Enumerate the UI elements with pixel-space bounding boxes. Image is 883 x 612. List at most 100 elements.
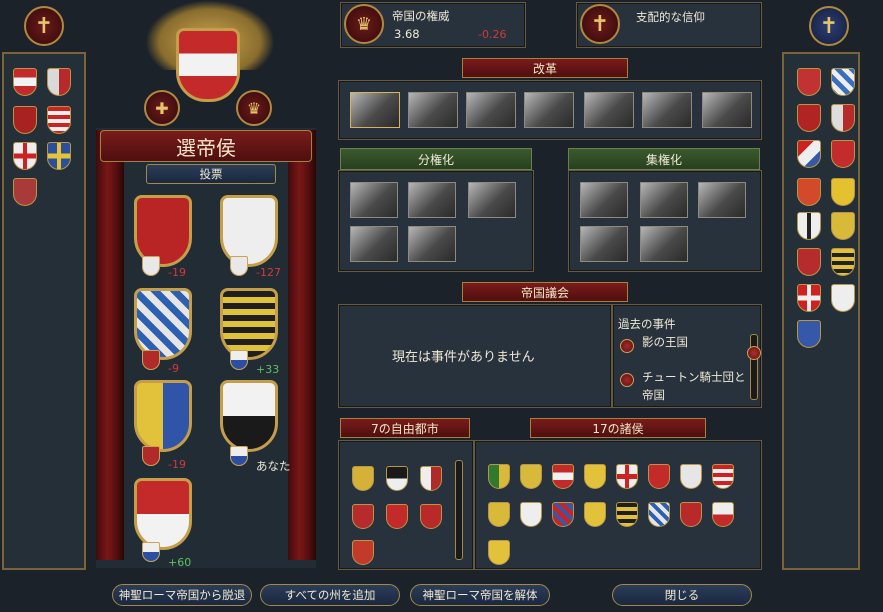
reform-tile[interactable] bbox=[350, 92, 400, 128]
elector-shield[interactable] bbox=[220, 288, 278, 360]
scroll-thumb[interactable] bbox=[747, 346, 761, 360]
elector-marker bbox=[142, 542, 160, 562]
city-shield[interactable] bbox=[352, 466, 374, 491]
elector-shield[interactable] bbox=[220, 380, 278, 452]
electors-panel bbox=[96, 128, 316, 568]
member-shield[interactable] bbox=[831, 140, 855, 168]
reform-tile[interactable] bbox=[702, 92, 752, 128]
member-shield[interactable] bbox=[831, 68, 855, 96]
prince-shield[interactable] bbox=[584, 464, 606, 489]
member-shield[interactable] bbox=[13, 68, 37, 96]
prince-shield[interactable] bbox=[680, 464, 702, 489]
city-shield[interactable] bbox=[420, 504, 442, 529]
member-shield[interactable] bbox=[47, 106, 71, 134]
past-event-item[interactable]: 影の王国 bbox=[642, 334, 688, 350]
princes-title: 17の諸侯 bbox=[530, 418, 706, 438]
decentralize-tile[interactable] bbox=[408, 226, 456, 262]
curtain-left bbox=[96, 130, 124, 560]
past-events-label: 過去の事件 bbox=[618, 317, 676, 331]
prince-shield[interactable] bbox=[648, 502, 670, 527]
scrollbar[interactable] bbox=[455, 460, 463, 560]
centralize-tile[interactable] bbox=[580, 226, 628, 262]
decentralize-tile[interactable] bbox=[468, 182, 516, 218]
member-shield[interactable] bbox=[831, 104, 855, 132]
prince-shield[interactable] bbox=[520, 464, 542, 489]
member-shield[interactable] bbox=[797, 320, 821, 348]
emperor-shield[interactable] bbox=[176, 28, 240, 102]
member-shield[interactable] bbox=[797, 212, 821, 240]
decentralize-tile[interactable] bbox=[350, 226, 398, 262]
elector-shield[interactable] bbox=[134, 380, 192, 452]
elector-change: -19 bbox=[168, 266, 186, 279]
faith-label: 支配的な信仰 bbox=[636, 10, 705, 24]
prince-shield[interactable] bbox=[712, 502, 734, 527]
crown-icon[interactable]: ♛ bbox=[236, 90, 272, 126]
reform-tile[interactable] bbox=[642, 92, 692, 128]
decentralize-tile[interactable] bbox=[350, 182, 398, 218]
city-shield[interactable] bbox=[352, 504, 374, 529]
centralize-header: 集権化 bbox=[568, 148, 760, 170]
prince-shield[interactable] bbox=[488, 540, 510, 565]
diet-title: 帝国議会 bbox=[462, 282, 628, 302]
reform-tile[interactable] bbox=[584, 92, 634, 128]
member-shield[interactable] bbox=[831, 284, 855, 312]
elector-marker bbox=[230, 350, 248, 370]
prince-shield[interactable] bbox=[648, 464, 670, 489]
close-button[interactable]: 閉じる bbox=[612, 584, 752, 606]
authority-change: -0.26 bbox=[478, 28, 507, 41]
centralize-tile[interactable] bbox=[640, 182, 688, 218]
authority-label: 帝国の権威 bbox=[392, 9, 450, 23]
authority-value: 3.68 bbox=[394, 27, 420, 41]
member-shield[interactable] bbox=[797, 140, 821, 168]
member-shield[interactable] bbox=[797, 248, 821, 276]
member-shield[interactable] bbox=[13, 142, 37, 170]
member-shield[interactable] bbox=[13, 106, 37, 134]
city-shield[interactable] bbox=[386, 504, 408, 529]
city-shield[interactable] bbox=[420, 466, 442, 491]
elector-shield[interactable] bbox=[134, 478, 192, 550]
member-shield[interactable] bbox=[797, 104, 821, 132]
centralize-tile[interactable] bbox=[580, 182, 628, 218]
eagle-icon: ♛ bbox=[344, 4, 384, 44]
member-shield[interactable] bbox=[797, 68, 821, 96]
elector-change: あなた bbox=[256, 459, 291, 473]
reform-tile[interactable] bbox=[466, 92, 516, 128]
prince-shield[interactable] bbox=[616, 464, 638, 489]
elector-marker bbox=[142, 256, 160, 276]
diet-empty-text: 現在は事件がありません bbox=[392, 350, 535, 365]
city-shield[interactable] bbox=[386, 466, 408, 491]
prince-shield[interactable] bbox=[552, 502, 574, 527]
centralize-tile[interactable] bbox=[698, 182, 746, 218]
member-shield[interactable] bbox=[831, 178, 855, 206]
past-event-item[interactable]: チュートン騎士団と帝国 bbox=[642, 368, 746, 404]
prince-shield[interactable] bbox=[488, 502, 510, 527]
member-shield[interactable] bbox=[831, 212, 855, 240]
member-shield[interactable] bbox=[831, 248, 855, 276]
member-shield[interactable] bbox=[47, 142, 71, 170]
member-shield[interactable] bbox=[13, 178, 37, 206]
add-all-states-button[interactable]: すべての州を追加 bbox=[260, 584, 400, 606]
add-elector-icon[interactable]: ✚ bbox=[144, 90, 180, 126]
reform-tile[interactable] bbox=[408, 92, 458, 128]
city-shield[interactable] bbox=[352, 540, 374, 565]
prince-shield[interactable] bbox=[520, 502, 542, 527]
member-shield[interactable] bbox=[47, 68, 71, 96]
prince-shield[interactable] bbox=[680, 502, 702, 527]
member-shield[interactable] bbox=[797, 178, 821, 206]
elector-shield[interactable] bbox=[220, 195, 278, 267]
scrollbar[interactable] bbox=[750, 334, 758, 400]
elector-marker bbox=[230, 446, 248, 466]
decentralize-tile[interactable] bbox=[408, 182, 456, 218]
prince-shield[interactable] bbox=[712, 464, 734, 489]
dismantle-hre-button[interactable]: 神聖ローマ帝国を解体 bbox=[410, 584, 550, 606]
prince-shield[interactable] bbox=[552, 464, 574, 489]
prince-shield[interactable] bbox=[488, 464, 510, 489]
prince-shield[interactable] bbox=[616, 502, 638, 527]
prince-shield[interactable] bbox=[584, 502, 606, 527]
centralize-tile[interactable] bbox=[640, 226, 688, 262]
leave-hre-button[interactable]: 神聖ローマ帝国から脱退 bbox=[112, 584, 252, 606]
member-shield[interactable] bbox=[797, 284, 821, 312]
elector-change: +33 bbox=[256, 363, 280, 376]
reform-tile[interactable] bbox=[524, 92, 574, 128]
elector-change: +60 bbox=[168, 556, 192, 569]
